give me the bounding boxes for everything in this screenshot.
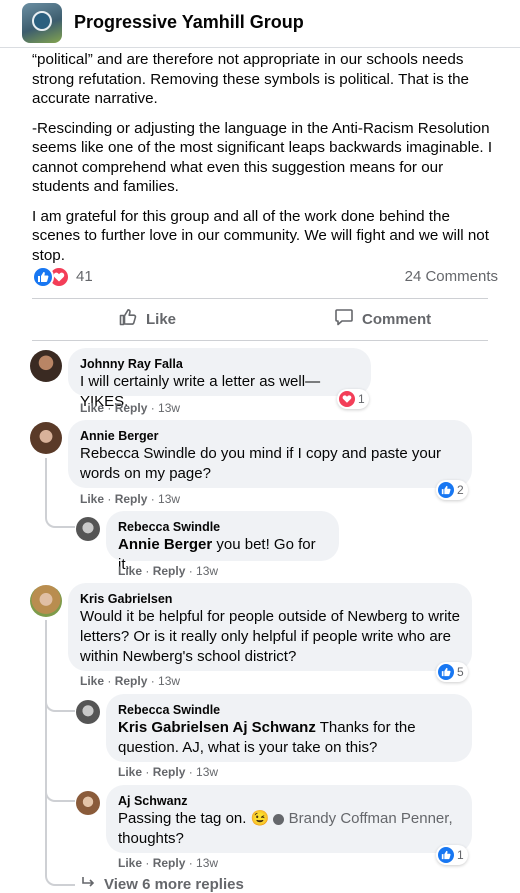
comment-bubble: Kris Gabrielsen Would it be helpful for … (68, 583, 472, 671)
comment-meta: Like · Reply · 13w (118, 856, 219, 870)
comment-text: Kris Gabrielsen Aj Schwanz Thanks for th… (118, 718, 460, 758)
comment-text: Rebecca Swindle do you mind if I copy an… (80, 445, 442, 482)
wink-emoji: 😉 (250, 810, 270, 827)
mention-link[interactable]: Annie Berger (118, 536, 212, 553)
divider (32, 340, 488, 341)
avatar[interactable] (30, 585, 62, 617)
tag-icon (273, 813, 285, 825)
comment-time[interactable]: 13w (196, 765, 218, 779)
like-reaction-icon (438, 482, 454, 498)
comment-meta: Like · Reply · 13w (80, 401, 181, 415)
thread-connector (45, 512, 75, 528)
avatar[interactable] (76, 700, 100, 724)
comment-like-link[interactable]: Like (118, 564, 142, 578)
view-more-replies[interactable]: View 6 more replies (82, 876, 244, 893)
comment-time[interactable]: 13w (158, 492, 180, 506)
thread-connector (45, 696, 75, 712)
comment-label: Comment (362, 310, 432, 328)
reply-text: Passing the tag on. (118, 810, 251, 827)
comment-author[interactable]: Aj Schwanz (118, 793, 460, 809)
like-button[interactable]: Like (118, 308, 176, 330)
comment-time[interactable]: 13w (158, 401, 180, 415)
comment-reply-link[interactable]: Reply (115, 492, 148, 506)
comment-reactions[interactable]: 1 (337, 389, 369, 409)
reaction-count: 1 (457, 848, 464, 862)
comment-author[interactable]: Johnny Ray Falla (80, 356, 359, 372)
comment-reply-link[interactable]: Reply (153, 856, 186, 870)
comment-bubble: Annie Berger Rebecca Swindle do you mind… (68, 420, 472, 488)
comment-reply-link[interactable]: Reply (153, 564, 186, 578)
reply-bubble: Rebecca Swindle Kris Gabrielsen Aj Schwa… (106, 694, 472, 762)
comment-reply-link[interactable]: Reply (115, 674, 148, 688)
thread-line (45, 458, 47, 518)
comment-author[interactable]: Annie Berger (80, 428, 460, 444)
comments-count[interactable]: 24 Comments (405, 268, 498, 285)
comment-like-link[interactable]: Like (118, 856, 142, 870)
reaction-count: 2 (457, 483, 464, 497)
reaction-count: 1 (358, 392, 365, 406)
comment-like-link[interactable]: Like (118, 765, 142, 779)
comment-reply-link[interactable]: Reply (153, 765, 186, 779)
comment-meta: Like · Reply · 13w (118, 564, 219, 578)
comment-reactions[interactable]: 1 (436, 845, 468, 865)
comment-author[interactable]: Rebecca Swindle (118, 519, 327, 535)
like-label: Like (146, 310, 177, 328)
comment-time[interactable]: 13w (196, 564, 218, 578)
comment-button[interactable]: Comment (334, 308, 431, 330)
avatar[interactable] (30, 350, 62, 382)
comment-author[interactable]: Kris Gabrielsen (80, 591, 460, 607)
comment-like-link[interactable]: Like (80, 401, 104, 415)
love-reaction-icon (339, 391, 355, 407)
avatar[interactable] (76, 791, 100, 815)
mention-link[interactable]: Kris Gabrielsen Aj Schwanz (118, 719, 316, 736)
comment-bubble: Johnny Ray Falla I will certainly write … (68, 348, 371, 410)
reaction-count: 5 (457, 665, 464, 679)
comment-text: Passing the tag on. 😉 Brandy Coffman Pen… (118, 809, 460, 849)
avatar[interactable] (30, 422, 62, 454)
thread-connector (45, 786, 75, 802)
post-paragraph: -Rescinding or adjusting the language in… (32, 119, 493, 196)
divider (32, 298, 488, 299)
avatar[interactable] (76, 517, 100, 541)
reply-bubble: Aj Schwanz Passing the tag on. 😉 Brandy … (106, 785, 472, 853)
post-paragraph: I am grateful for this group and all of … (32, 207, 489, 264)
group-avatar[interactable] (22, 3, 62, 43)
view-more-label: View 6 more replies (104, 876, 244, 893)
comment-time[interactable]: 13w (158, 674, 180, 688)
comment-reply-link[interactable]: Reply (115, 401, 148, 415)
comment-icon (334, 307, 354, 331)
comment-reactions[interactable]: 2 (436, 480, 468, 500)
reply-text: thoughts? (118, 830, 184, 847)
comment-meta: Like · Reply · 13w (80, 492, 181, 506)
group-title[interactable]: Progressive Yamhill Group (74, 12, 304, 33)
thread-connector (45, 870, 75, 886)
comment-text: Would it be helpful for people outside o… (80, 608, 460, 665)
comment-time[interactable]: 13w (196, 856, 218, 870)
comment-like-link[interactable]: Like (80, 492, 104, 506)
mention-link[interactable]: Brandy Coffman Penner, (289, 810, 453, 827)
reply-arrow-icon (82, 876, 96, 893)
thread-line (45, 620, 47, 872)
like-reaction-icon (438, 847, 454, 863)
comment-author[interactable]: Rebecca Swindle (118, 702, 460, 718)
reaction-count: 41 (76, 268, 93, 285)
post-text: “political” and are therefore not approp… (32, 50, 502, 275)
group-header: Progressive Yamhill Group (0, 0, 520, 48)
comment-meta: Like · Reply · 13w (80, 674, 181, 688)
comment-reactions[interactable]: 5 (436, 662, 468, 682)
comment-meta: Like · Reply · 13w (118, 765, 219, 779)
post-paragraph: “political” and are therefore not approp… (32, 51, 469, 107)
like-reaction-icon (438, 664, 454, 680)
thumbs-up-icon (118, 307, 138, 331)
like-reaction-icon (32, 266, 54, 288)
comment-like-link[interactable]: Like (80, 674, 104, 688)
reply-bubble: Rebecca Swindle Annie Berger you bet! Go… (106, 511, 339, 573)
